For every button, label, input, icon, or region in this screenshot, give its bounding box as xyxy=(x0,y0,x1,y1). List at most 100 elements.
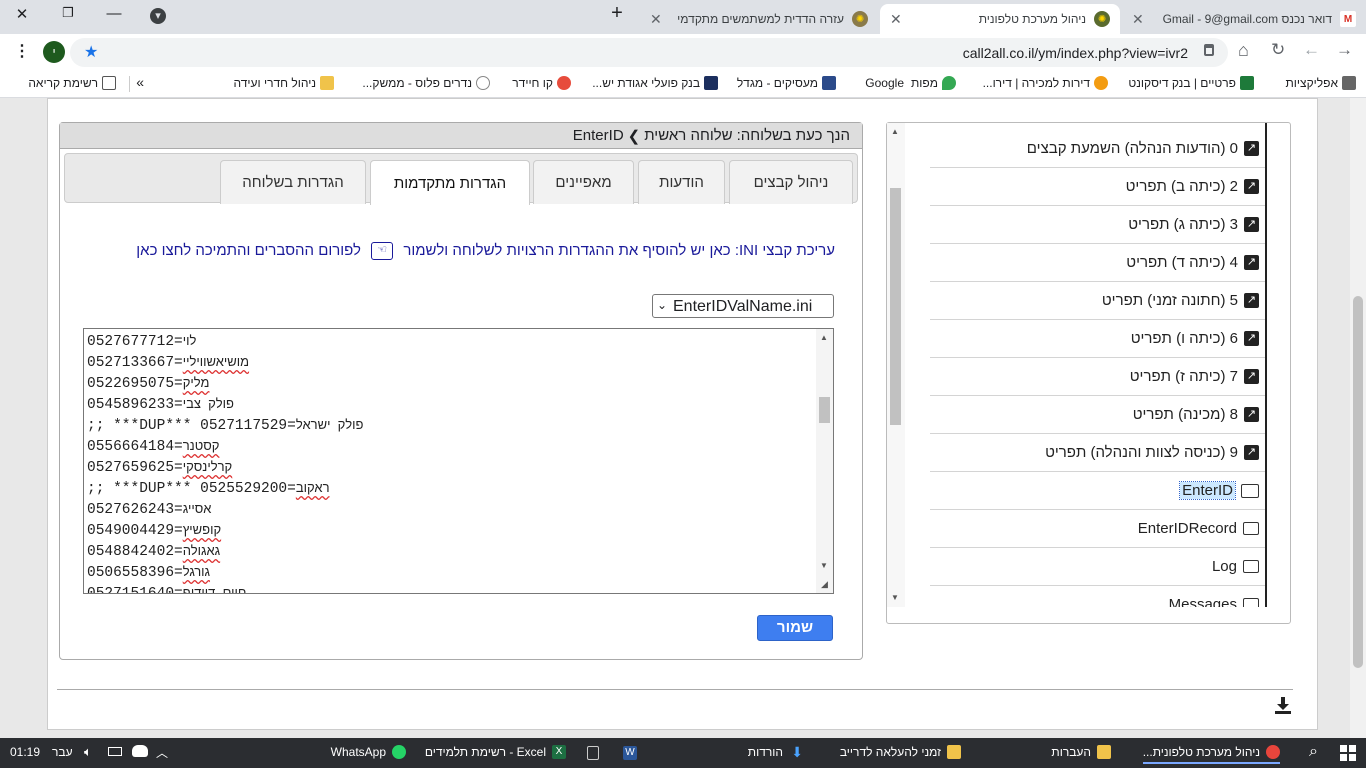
folder-icon xyxy=(1243,560,1259,573)
url-text[interactable]: call2all.co.il/ym/index.php?view=ivr2 xyxy=(963,45,1188,61)
tree-item-2[interactable]: ↗ 2 (כיתה ב) תפריט xyxy=(930,168,1265,206)
tree-item-log[interactable]: Log xyxy=(930,548,1265,586)
more-bookmarks-button[interactable]: » xyxy=(136,74,144,90)
search-icon[interactable]: ⌕ xyxy=(1309,743,1318,761)
close-window-icon[interactable]: ✕ xyxy=(12,5,32,23)
tab-file-management[interactable]: ניהול קבצים xyxy=(729,160,853,204)
bookmark-poalei[interactable]: בנק פועלי אגודת יש... xyxy=(592,76,718,90)
cloud-icon[interactable] xyxy=(132,745,148,757)
speaker-icon[interactable]: 🔈︎ xyxy=(84,744,92,760)
tab-gmail[interactable]: M דואר נכנס Gmail - ‎9@gmail.com ✕ xyxy=(1122,4,1366,34)
clock[interactable]: 01:19 xyxy=(10,745,40,759)
minimize-window-icon[interactable]: — xyxy=(104,5,124,22)
taskbar-label: ניהול מערכת טלפונית... xyxy=(1142,745,1260,759)
tab-phone-system[interactable]: ✺ ניהול מערכת טלפונית ✕ xyxy=(880,4,1120,34)
editor-scrollbar[interactable]: ▲ ▼ ◢ xyxy=(816,329,833,593)
tree-item-0[interactable]: ↗ 0 (הודעות הנהלה) השמעת קבצים xyxy=(930,130,1265,168)
editor-scrollbar-thumb[interactable] xyxy=(819,397,830,423)
close-tab-icon[interactable]: ✕ xyxy=(650,11,662,28)
page-scrollbar[interactable] xyxy=(1350,98,1366,738)
tab-messages[interactable]: הודעות xyxy=(638,160,725,204)
reading-list[interactable]: רשימת קריאה xyxy=(28,76,116,90)
bookmark-maps[interactable]: מפות xyxy=(911,76,956,90)
taskbar-downloads[interactable]: ⬇ הורדות xyxy=(748,745,803,759)
bookmark-label: נדרים פלוס - ממשק... xyxy=(362,76,472,90)
taskbar-label: העברות xyxy=(1051,745,1091,759)
bookmark-apps[interactable]: אפליקציות xyxy=(1286,76,1356,90)
battery-icon[interactable] xyxy=(108,747,122,756)
scroll-up-icon[interactable]: ▲ xyxy=(891,127,899,136)
external-link-icon: ↗ xyxy=(1244,141,1259,156)
reload-icon[interactable]: ↻ xyxy=(1271,40,1285,60)
taskbar-excel[interactable]: X Excel - רשימת תלמידים xyxy=(425,745,566,759)
bookmark-kav-cheder[interactable]: קו חיידר xyxy=(512,76,571,90)
forum-link[interactable]: לפורום ההסברים והתמיכה לחצו כאן xyxy=(136,242,361,259)
excel-icon: X xyxy=(552,745,566,759)
scroll-up-icon[interactable]: ▲ xyxy=(820,333,828,342)
bookmark-star-icon[interactable]: ★ xyxy=(84,42,98,62)
taskbar-transfers[interactable]: העברות xyxy=(1051,745,1111,759)
save-button[interactable]: שמור xyxy=(757,615,833,641)
scroll-down-icon[interactable]: ▼ xyxy=(820,561,828,570)
tree-scrollbar-thumb[interactable] xyxy=(890,188,901,425)
tab-extension-settings[interactable]: הגדרות בשלוחה xyxy=(220,160,366,204)
tree-item-4[interactable]: ↗ 4 (כיתה ד) תפריט xyxy=(930,244,1265,282)
calculator-icon[interactable] xyxy=(587,746,599,760)
resize-grip-icon[interactable]: ◢ xyxy=(821,579,828,590)
bookmark-conference[interactable]: ניהול חדרי ועידה xyxy=(234,76,334,90)
tray-chevron-icon[interactable]: ︿ xyxy=(156,744,168,761)
close-tab-icon[interactable]: ✕ xyxy=(1132,11,1144,28)
tree-item-enteridrecord[interactable]: EnterIDRecord xyxy=(930,510,1265,548)
line-value: פולק ישראל xyxy=(295,417,364,432)
breadcrumb-root[interactable]: שלוחה ראשית xyxy=(644,127,732,148)
scroll-down-icon[interactable]: ▼ xyxy=(891,593,899,602)
home-icon[interactable]: ⌂ xyxy=(1238,40,1249,61)
address-bar[interactable]: ★ call2all.co.il/ym/index.php?view=ivr2 xyxy=(70,38,1228,67)
menu-dots-icon[interactable]: ⋮ xyxy=(14,41,30,61)
bookmark-nedarim[interactable]: נדרים פלוס - ממשק... xyxy=(362,76,490,90)
restore-window-icon[interactable]: ❐ xyxy=(58,5,78,21)
folder-icon xyxy=(1243,598,1259,607)
language-indicator[interactable]: עבר xyxy=(52,745,73,759)
tree-item-3[interactable]: ↗ 3 (כיתה ג) תפריט xyxy=(930,206,1265,244)
ini-file-select[interactable]: ⌄ EnterIDValName.ini xyxy=(652,294,834,318)
lock-icon[interactable] xyxy=(1204,44,1214,56)
taskbar-whatsapp[interactable]: WhatsApp xyxy=(331,745,406,759)
profile-avatar[interactable]: י xyxy=(43,41,65,63)
tree-item-8[interactable]: ↗ 8 (מכינה) תפריט xyxy=(930,396,1265,434)
windows-start-icon[interactable] xyxy=(1340,745,1356,761)
new-tab-button[interactable]: + xyxy=(607,2,627,25)
line-key: 0522695075= xyxy=(87,376,183,392)
forward-icon[interactable]: ← xyxy=(1303,40,1320,60)
tab-help-forum[interactable]: ✺ עזרה הדדית למשתמשים מתקדמי ✕ xyxy=(640,4,878,34)
taskbar-chrome[interactable]: ניהול מערכת טלפונית... xyxy=(1142,745,1280,764)
intro-lead: עריכת קבצי INI: כאן יש להוסיף את ההגדרות… xyxy=(403,242,835,259)
bookmark-yad2[interactable]: דירות למכירה | דירו... xyxy=(983,76,1108,90)
tree-item-label: 6 (כיתה ו) תפריט xyxy=(1130,330,1238,347)
bookmark-migdal[interactable]: מעסיקים - מגדל xyxy=(737,76,836,90)
bookmark-discount[interactable]: פרטיים | בנק דיסקונט xyxy=(1128,76,1254,90)
settings-tabs: ניהול קבצים הודעות מאפיינים הגדרות מתקדמ… xyxy=(64,153,858,205)
bookmark-label: » xyxy=(136,74,144,90)
tree-item-9[interactable]: ↗ 9 (כניסה לצוות והנהלה) תפריט xyxy=(930,434,1265,472)
tree-item-5[interactable]: ↗ 5 (חתונה זמני) תפריט xyxy=(930,282,1265,320)
tree-item-enterid[interactable]: EnterID xyxy=(930,472,1265,510)
ini-editor[interactable]: 0527677712=לוי 0527133667=מושיאשוויליי 0… xyxy=(83,328,834,594)
tab-search-icon[interactable]: ▾ xyxy=(150,8,166,24)
taskbar-label: זמני להעלאה לדרייב xyxy=(839,745,941,759)
tree-item-7[interactable]: ↗ 7 (כיתה ז) תפריט xyxy=(930,358,1265,396)
download-icon[interactable] xyxy=(1275,697,1291,715)
tree-scrollbar[interactable]: ▲ ▼ xyxy=(887,123,905,607)
back-icon[interactable]: → xyxy=(1336,40,1353,60)
tab-advanced-settings[interactable]: הגדרות מתקדמות xyxy=(370,160,530,205)
tab-properties[interactable]: מאפיינים xyxy=(533,160,634,204)
taskbar-drive-folder[interactable]: זמני להעלאה לדרייב xyxy=(840,745,961,759)
external-link-icon: ↗ xyxy=(1244,369,1259,384)
word-icon[interactable]: W xyxy=(623,746,637,760)
tree-item-6[interactable]: ↗ 6 (כיתה ו) תפריט xyxy=(930,320,1265,358)
tree-item-messages[interactable]: Messages xyxy=(930,586,1265,607)
bookmark-google[interactable]: Google xyxy=(865,76,904,90)
page-scrollbar-thumb[interactable] xyxy=(1353,296,1363,668)
close-tab-icon[interactable]: ✕ xyxy=(890,11,902,28)
conference-icon xyxy=(320,76,334,90)
